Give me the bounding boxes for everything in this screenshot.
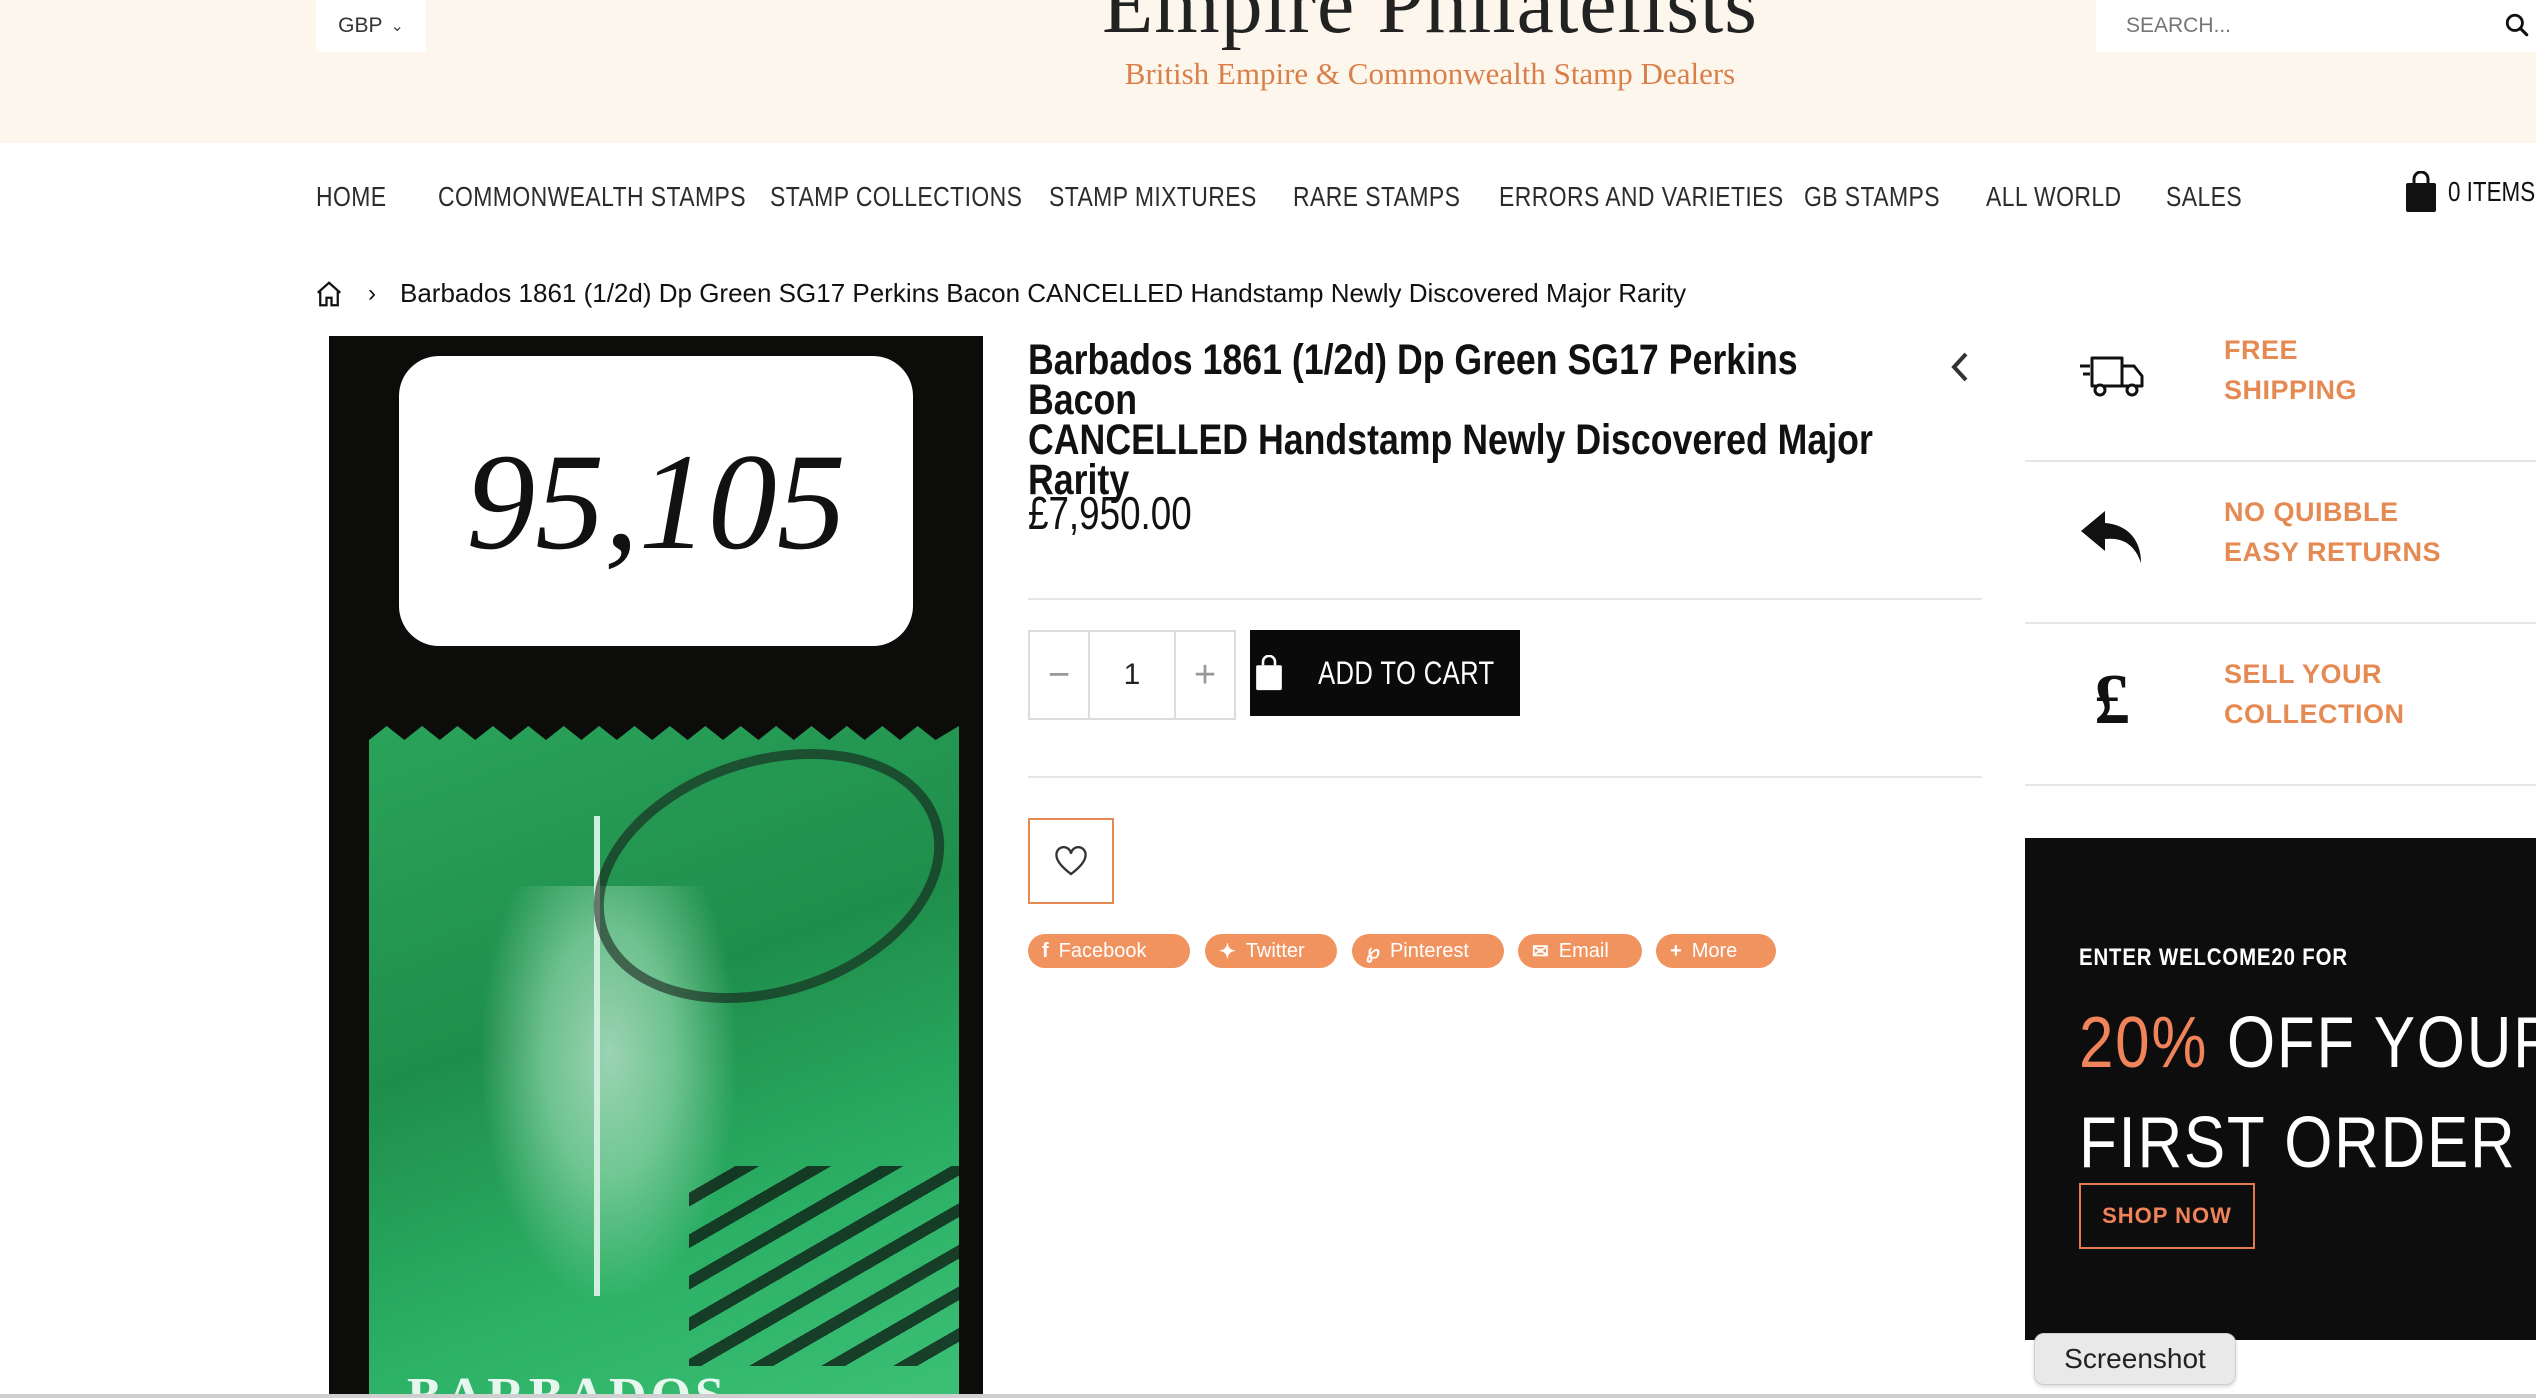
share-pinterest-button[interactable]: ℘ Pinterest xyxy=(1352,934,1504,968)
add-to-cart-label: ADD TO CART xyxy=(1317,654,1495,691)
delivery-truck-icon xyxy=(2077,340,2147,410)
nav-item-stamp-collections[interactable]: STAMP COLLECTIONS xyxy=(770,181,1022,213)
search-icon[interactable] xyxy=(2504,12,2530,38)
promo-line1: OFF YOUR xyxy=(2208,1003,2536,1083)
feature-line: COLLECTION xyxy=(2224,699,2405,729)
search-input[interactable] xyxy=(2124,13,2488,39)
breadcrumb-current: Barbados 1861 (1/2d) Dp Green SG17 Perki… xyxy=(400,278,1687,308)
feature-text: NO QUIBBLE EASY RETURNS xyxy=(2224,492,2441,572)
return-arrow-icon xyxy=(2077,502,2147,572)
share-more-label: More xyxy=(1691,939,1738,962)
shopping-bag-icon xyxy=(1255,655,1282,691)
currency-selector[interactable]: GBP ⌄ xyxy=(316,0,426,52)
nav-item-rare-stamps[interactable]: RARE STAMPS xyxy=(1293,181,1460,213)
product-title: Barbados 1861 (1/2d) Dp Green SG17 Perki… xyxy=(1028,339,1873,502)
share-facebook-button[interactable]: f Facebook xyxy=(1028,934,1190,968)
search-box xyxy=(2096,0,2536,52)
site-logo-title[interactable]: Empire Philatelists xyxy=(1080,0,1780,53)
pinterest-icon: ℘ xyxy=(1366,940,1380,963)
product-price: £7,950.00 xyxy=(1028,487,1192,539)
twitter-icon: ✦ xyxy=(1219,940,1236,963)
nav-item-gb-stamps[interactable]: GB STAMPS xyxy=(1804,181,1940,213)
product-title-line: CANCELLED Handstamp Newly Discovered Maj… xyxy=(1028,416,1873,464)
product-image[interactable]: 95,105 BARBADOS xyxy=(329,336,983,1398)
share-email-button[interactable]: ✉ Email xyxy=(1518,934,1642,968)
nav-item-stamp-mixtures[interactable]: STAMP MIXTURES xyxy=(1049,181,1257,213)
chevron-right-icon: › xyxy=(368,279,376,307)
promo-headline: 20% OFF YOUR FIRST ORDER xyxy=(2079,993,2536,1193)
currency-label: GBP xyxy=(338,14,383,37)
feature-easy-returns[interactable]: NO QUIBBLE EASY RETURNS xyxy=(2025,462,2536,624)
feature-text: SELL YOUR COLLECTION xyxy=(2224,654,2405,734)
wishlist-button[interactable] xyxy=(1028,818,1114,904)
cancel-bars xyxy=(689,1166,959,1366)
product-title-line: Barbados 1861 (1/2d) Dp Green SG17 Perki… xyxy=(1028,336,1798,424)
quantity-stepper: − 1 + xyxy=(1028,630,1236,720)
promo-banner: ENTER WELCOME20 FOR 20% OFF YOUR FIRST O… xyxy=(2025,838,2536,1340)
quantity-decrease-button[interactable]: − xyxy=(1030,632,1088,718)
share-pinterest-label: Pinterest xyxy=(1389,939,1469,962)
divider xyxy=(1028,598,1982,600)
nav-item-home[interactable]: HOME xyxy=(316,181,387,213)
nav-item-all-world[interactable]: ALL WORLD xyxy=(1986,181,2122,213)
stamp-picture: BARBADOS xyxy=(369,726,959,1398)
screenshot-tooltip: Screenshot xyxy=(2034,1333,2236,1385)
share-more-button[interactable]: + More xyxy=(1656,934,1776,968)
feature-sell-collection[interactable]: £ SELL YOUR COLLECTION xyxy=(2025,624,2536,786)
promo-discount: 20% xyxy=(2079,1003,2209,1083)
heart-icon xyxy=(1055,845,1087,876)
home-icon[interactable] xyxy=(314,279,344,309)
share-twitter-button[interactable]: ✦ Twitter xyxy=(1205,934,1337,968)
feature-free-shipping[interactable]: FREE SHIPPING xyxy=(2025,300,2536,462)
chevron-down-icon: ⌄ xyxy=(390,18,404,35)
feature-line: SHIPPING xyxy=(2224,375,2358,405)
quantity-value[interactable]: 1 xyxy=(1088,632,1176,718)
feature-line: NO QUIBBLE xyxy=(2224,497,2399,527)
shopping-bag-icon xyxy=(2406,171,2436,212)
previous-product-icon[interactable] xyxy=(1948,350,1972,384)
feature-text: FREE SHIPPING xyxy=(2224,330,2357,410)
promo-line2: FIRST ORDER xyxy=(2079,1103,2517,1183)
email-icon: ✉ xyxy=(1532,940,1549,963)
plus-icon: + xyxy=(1670,939,1682,962)
cart-count-label: 0 ITEMS xyxy=(2448,176,2536,207)
share-twitter-label: Twitter xyxy=(1245,939,1305,962)
share-facebook-label: Facebook xyxy=(1058,939,1147,962)
cart-link[interactable]: 0 ITEMS xyxy=(2404,171,2536,213)
add-to-cart-button[interactable]: ADD TO CART xyxy=(1250,630,1520,716)
divider xyxy=(1028,776,1982,778)
promo-pretext: ENTER WELCOME20 FOR xyxy=(2079,944,2348,971)
feature-line: SELL YOUR xyxy=(2224,659,2383,689)
site-logo-subtitle: British Empire & Commonwealth Stamp Deal… xyxy=(1124,56,1736,91)
feature-line: FREE xyxy=(2224,335,2299,365)
feature-line: EASY RETURNS xyxy=(2224,537,2442,567)
header-bar: GBP ⌄ Empire Philatelists British Empire… xyxy=(0,0,2536,143)
breadcrumb: › Barbados 1861 (1/2d) Dp Green SG17 Per… xyxy=(314,278,1686,309)
nav-item-commonwealth-stamps[interactable]: COMMONWEALTH STAMPS xyxy=(438,181,746,213)
pound-sign-icon: £ xyxy=(2094,659,2130,739)
quantity-increase-button[interactable]: + xyxy=(1176,632,1234,718)
main-navigation: HOME COMMONWEALTH STAMPS STAMP COLLECTIO… xyxy=(0,143,2536,253)
image-number-tag: 95,105 xyxy=(399,356,913,646)
facebook-icon: f xyxy=(1042,939,1049,962)
bottom-strip xyxy=(0,1394,2536,1398)
nav-item-errors-and-varieties[interactable]: ERRORS AND VARIETIES xyxy=(1499,181,1784,213)
nav-item-sales[interactable]: SALES xyxy=(2166,181,2242,213)
shop-now-button[interactable]: SHOP NOW xyxy=(2079,1183,2255,1249)
share-email-label: Email xyxy=(1558,939,1609,962)
